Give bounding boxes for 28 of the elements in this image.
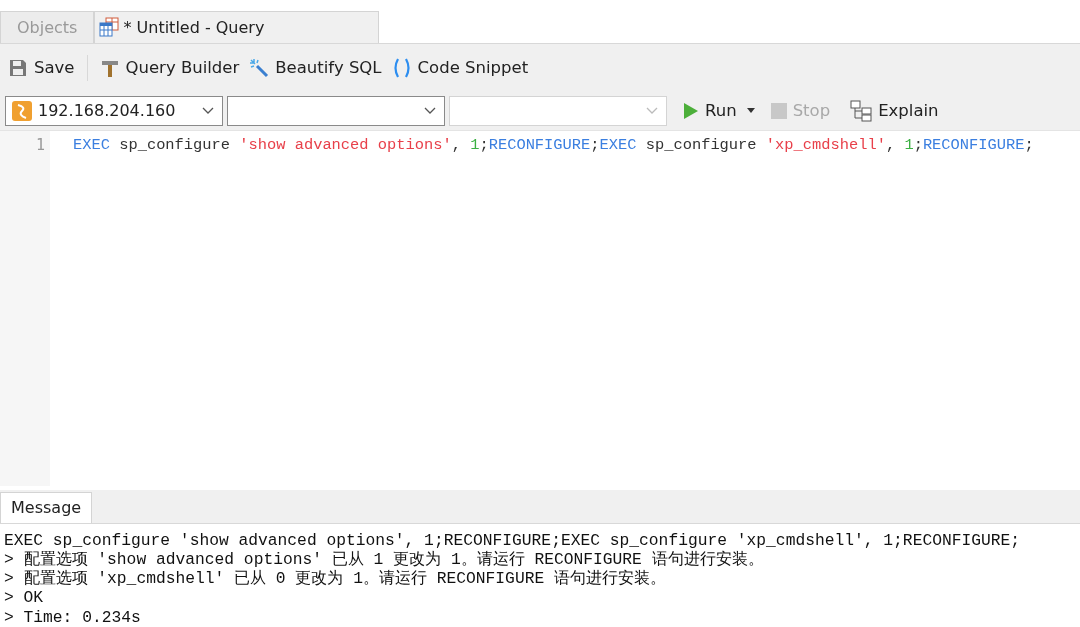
action-button[interactable]: Run (679, 99, 741, 123)
dropdown[interactable]: 192.168.204.160 (5, 95, 223, 126)
chevron-down-icon (424, 106, 436, 115)
dropdown[interactable] (227, 95, 445, 126)
action-button[interactable]: Explain (846, 97, 943, 124)
toolbar-button[interactable]: Beautify SQL (245, 54, 386, 81)
chevron-down-icon (202, 106, 214, 115)
code-line: EXEC sp_configure 'show advanced options', 1;RECONFIGURE;EXEC sp_configure 'xp_cmdshell', 1;RECONFIGURE; (73, 134, 1035, 155)
toolbar-button[interactable]: Code Snippet (387, 54, 533, 81)
magic-wand-icon (249, 57, 270, 78)
chevron-down-icon (646, 106, 658, 115)
message-line: EXEC sp_configure 'show advanced options', 1;RECONFIGURE;EXEC sp_configure 'xp_cmdshell', 1;RECONFIGURE; (4, 530, 1022, 550)
message-line: > 配置选项 'show advanced options' 已从 1 更改为 1。请运行 RECONFIGURE 语句进行安装。 (4, 549, 765, 569)
message-line: > 配置选项 'xp_cmdshell' 已从 0 更改为 1。请运行 RECONFIGURE 语句进行安装。 (4, 569, 667, 589)
line-number: 1 (34, 134, 46, 155)
caret-down-icon[interactable] (746, 108, 755, 114)
document-tab[interactable]: * Untitled - Query (94, 10, 380, 43)
toolbar-button[interactable]: Query Builder (95, 54, 244, 81)
toolbar-button[interactable]: Save (4, 54, 79, 81)
message-tab[interactable]: Message (0, 491, 93, 523)
tree-diagram-icon (850, 99, 873, 122)
table-icon (99, 17, 120, 38)
database-connection-icon (12, 100, 32, 121)
stop-icon (770, 102, 787, 119)
parentheses-icon (391, 57, 412, 78)
play-icon (683, 101, 699, 120)
message-line: > Time: 0.234s (4, 607, 142, 627)
message-line: > OK (4, 588, 45, 608)
